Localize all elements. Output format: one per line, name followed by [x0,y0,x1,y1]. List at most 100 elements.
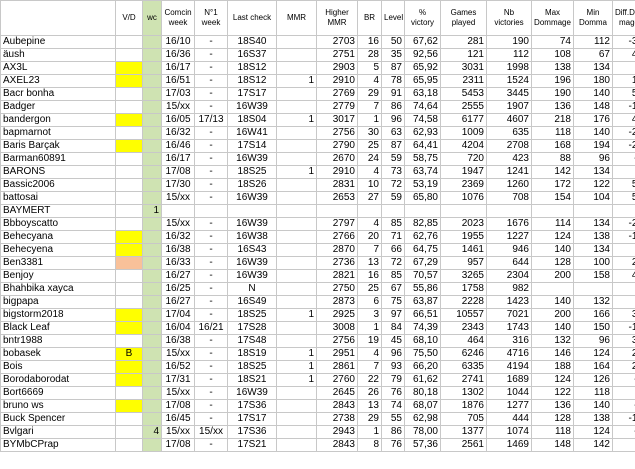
cell-br[interactable]: 13 [357,399,382,413]
cell-br[interactable]: 3 [357,308,382,322]
cell-victory-pct[interactable]: 62,76 [404,230,441,244]
cell-level[interactable]: 59 [381,191,405,205]
cell-victory-pct[interactable]: 55,86 [404,282,441,296]
cell-max-dommage[interactable]: 118 [531,126,574,140]
cell-mmr[interactable] [276,295,317,309]
cell-comein-week[interactable]: 16/33 [161,256,195,270]
cell-vd[interactable] [115,269,143,283]
cell-victory-pct[interactable]: 66,51 [404,308,441,322]
cell-games-played[interactable]: 6335 [440,360,487,374]
cell-victory-pct[interactable]: 68,10 [404,334,441,348]
cell-victory-pct[interactable]: 78,00 [404,425,441,439]
cell-diff-dommage[interactable]: 4 [612,61,635,75]
cell-player-name[interactable]: Aubepine [0,35,116,49]
cell-min-domma[interactable]: 100 [573,256,613,270]
cell-min-domma[interactable]: 148 [573,100,613,114]
cell-victory-pct[interactable]: 66,20 [404,360,441,374]
cell-comein-week[interactable]: 16/25 [161,282,195,296]
cell-max-dommage[interactable] [531,282,574,296]
cell-vd[interactable] [115,217,143,231]
cell-victory-pct[interactable]: 64,75 [404,243,441,257]
cell-games-played[interactable]: 1302 [440,386,487,400]
cell-victory-pct[interactable]: 74,39 [404,321,441,335]
cell-higher-mmr[interactable]: 2925 [316,308,358,322]
cell-min-domma[interactable]: 134 [573,243,613,257]
cell-nb-victories[interactable]: 1676 [486,217,532,231]
cell-nb-victories[interactable]: 316 [486,334,532,348]
cell-mmr[interactable] [276,178,317,192]
cell-player-name[interactable]: Bacr bonha [0,87,116,101]
cell-games-played[interactable]: 705 [440,412,487,426]
cell-player-name[interactable]: Badger [0,100,116,114]
cell-nb-victories[interactable]: 1469 [486,438,532,452]
cell-higher-mmr[interactable]: 2843 [316,438,358,452]
cell-diff-dommage[interactable]: -10 [612,321,635,335]
cell-n1-week[interactable]: - [194,295,228,309]
cell-games-played[interactable]: 1076 [440,191,487,205]
cell-n1-week[interactable]: - [194,243,228,257]
cell-diff-dommage[interactable]: -22 [612,126,635,140]
cell-mmr[interactable] [276,412,317,426]
cell-level[interactable]: 76 [381,438,405,452]
cell-mmr[interactable] [276,35,317,49]
cell-games-played[interactable]: 3265 [440,269,487,283]
cell-higher-mmr[interactable]: 2951 [316,347,358,361]
cell-games-played[interactable]: 2228 [440,295,487,309]
cell-player-name[interactable]: Bbboyscatto [0,217,116,231]
cell-min-domma[interactable]: 176 [573,113,613,127]
cell-wc[interactable] [142,35,162,49]
cell-last-check[interactable]: 18S04 [227,113,277,127]
cell-player-name[interactable]: bigstorm2018 [0,308,116,322]
cell-victory-pct[interactable]: 63,74 [404,165,441,179]
cell-level[interactable]: 86 [381,425,405,439]
cell-comein-week[interactable]: 15/xx [161,347,195,361]
cell-max-dommage[interactable]: 154 [531,191,574,205]
cell-wc[interactable] [142,399,162,413]
cell-diff-dommage[interactable]: 22 [612,347,635,361]
cell-max-dommage[interactable]: 172 [531,178,574,192]
cell-max-dommage[interactable]: 140 [531,243,574,257]
cell-games-played[interactable]: 1461 [440,243,487,257]
cell-vd[interactable] [115,100,143,114]
cell-max-dommage[interactable]: 140 [531,295,574,309]
cell-max-dommage[interactable]: 114 [531,217,574,231]
cell-wc[interactable] [142,191,162,205]
cell-level[interactable]: 93 [381,360,405,374]
cell-min-domma[interactable]: 140 [573,87,613,101]
cell-nb-victories[interactable]: 1241 [486,165,532,179]
cell-mmr[interactable] [276,230,317,244]
cell-higher-mmr[interactable]: 2769 [316,87,358,101]
cell-player-name[interactable]: bobasek [0,347,116,361]
cell-diff-dommage[interactable]: 28 [612,256,635,270]
cell-level[interactable]: 91 [381,87,405,101]
cell-min-domma[interactable]: 112 [573,35,613,49]
cell-nb-victories[interactable]: 982 [486,282,532,296]
cell-last-check[interactable]: 18S25 [227,308,277,322]
cell-level[interactable]: 85 [381,269,405,283]
cell-vd[interactable] [115,295,143,309]
cell-diff-dommage[interactable]: -8 [612,152,635,166]
cell-nb-victories[interactable]: 1689 [486,373,532,387]
cell-games-played[interactable]: 957 [440,256,487,270]
cell-games-played[interactable]: 281 [440,35,487,49]
cell-player-name[interactable]: AXEL23 [0,74,116,88]
cell-n1-week[interactable]: 15/xx [194,425,228,439]
cell-higher-mmr[interactable]: 2861 [316,360,358,374]
cell-comein-week[interactable]: 16/17 [161,61,195,75]
cell-max-dommage[interactable]: 188 [531,360,574,374]
header-higher-mmr[interactable]: Higher MMR [316,0,358,36]
cell-diff-dommage[interactable]: -26 [612,139,635,153]
cell-max-dommage[interactable]: 138 [531,61,574,75]
cell-max-dommage[interactable]: 190 [531,87,574,101]
cell-br[interactable] [357,204,382,218]
cell-vd[interactable] [115,386,143,400]
header-games-played[interactable]: Games played [440,0,487,36]
cell-max-dommage[interactable] [531,204,574,218]
cell-min-domma[interactable] [573,282,613,296]
cell-games-played[interactable]: 5453 [440,87,487,101]
cell-last-check[interactable]: 18S12 [227,74,277,88]
cell-vd[interactable] [115,113,143,127]
cell-min-domma[interactable]: 180 [573,74,613,88]
cell-br[interactable]: 27 [357,191,382,205]
cell-wc[interactable]: 1 [142,204,162,218]
